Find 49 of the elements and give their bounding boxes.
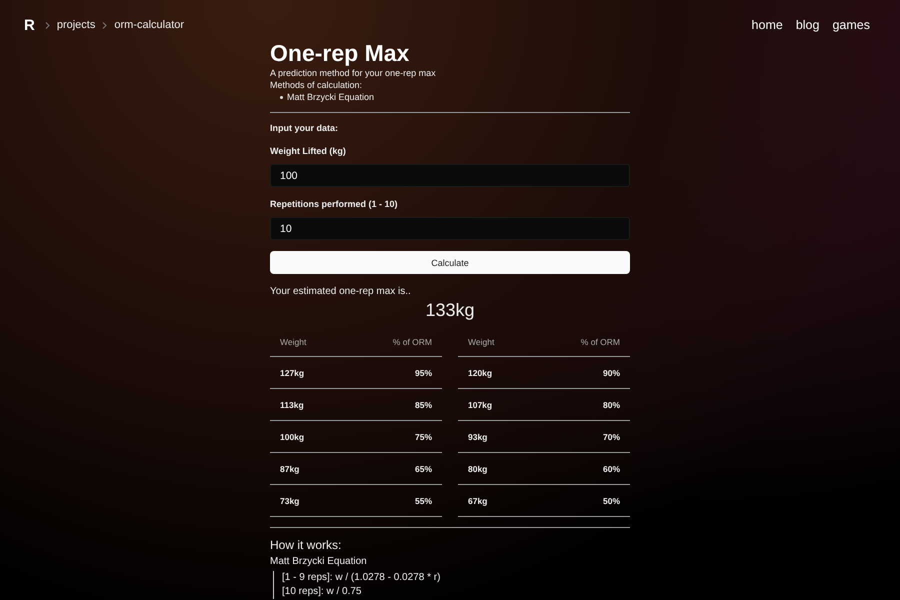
method-name: Matt Brzycki Equation bbox=[270, 555, 368, 568]
subtitle: A prediction method for your one-rep max bbox=[270, 67, 437, 79]
input-field[interactable]: 100 bbox=[270, 164, 630, 187]
table-cell: 73kg bbox=[270, 484, 346, 516]
formula-text: [1 - 9 reps]: w / (1.0278 - 0.0278 * r) bbox=[282, 571, 442, 585]
field-label: Repetitions performed (1 - 10) bbox=[270, 198, 399, 210]
table-cell: 100kg bbox=[270, 420, 346, 452]
nav-link[interactable]: blog bbox=[796, 18, 820, 32]
table-cell: 55% bbox=[345, 484, 442, 516]
table-cell: 70% bbox=[533, 420, 630, 452]
breadcrumb-link[interactable]: projects bbox=[56, 19, 96, 31]
table-cell: 67kg bbox=[458, 484, 534, 516]
table-cell: 80kg bbox=[458, 452, 534, 484]
table-cell: 75% bbox=[345, 420, 442, 452]
input-field[interactable]: 10 bbox=[270, 217, 630, 240]
nav-link[interactable]: games bbox=[832, 18, 870, 32]
form-heading: Input your data: bbox=[270, 122, 339, 134]
table-cell: 50% bbox=[533, 484, 630, 516]
bullet-icon bbox=[280, 96, 283, 98]
chevron-icon bbox=[102, 22, 108, 28]
table-cell: 127kg bbox=[270, 356, 346, 388]
column-header: Weight bbox=[270, 327, 346, 356]
result-value: 133kg bbox=[424, 299, 476, 321]
section-heading: How it works: bbox=[270, 538, 342, 552]
column-header: Weight bbox=[458, 327, 534, 356]
table-cell: 65% bbox=[345, 452, 442, 484]
formula-text: [10 reps]: w / 0.75 bbox=[282, 585, 362, 599]
table-cell: 80% bbox=[533, 388, 630, 420]
table-cell: 120kg bbox=[458, 356, 534, 388]
table-cell: 60% bbox=[533, 452, 630, 484]
table-cell: 93kg bbox=[458, 420, 534, 452]
calculate-button[interactable]: Calculate bbox=[270, 251, 630, 274]
table-cell: 107kg bbox=[458, 388, 534, 420]
page-title: One-rep Max bbox=[270, 39, 410, 67]
table-cell: 87kg bbox=[270, 452, 346, 484]
method-item: Matt Brzycki Equation bbox=[287, 91, 374, 103]
logo-link[interactable]: R bbox=[24, 16, 35, 34]
result-label: Your estimated one-rep max is.. bbox=[270, 286, 412, 297]
nav-link[interactable]: home bbox=[752, 18, 783, 32]
methods-label: Methods of calculation: bbox=[270, 79, 364, 91]
chevron-icon bbox=[44, 22, 50, 28]
field-label: Weight Lifted (kg) bbox=[270, 145, 347, 157]
column-header: % of ORM bbox=[533, 327, 630, 356]
table-cell: 113kg bbox=[270, 388, 346, 420]
column-header: % of ORM bbox=[345, 327, 442, 356]
table-cell: 95% bbox=[345, 356, 442, 388]
table-cell: 90% bbox=[533, 356, 630, 388]
table-cell: 85% bbox=[345, 388, 442, 420]
breadcrumb-link[interactable]: orm-calculator bbox=[114, 19, 184, 31]
